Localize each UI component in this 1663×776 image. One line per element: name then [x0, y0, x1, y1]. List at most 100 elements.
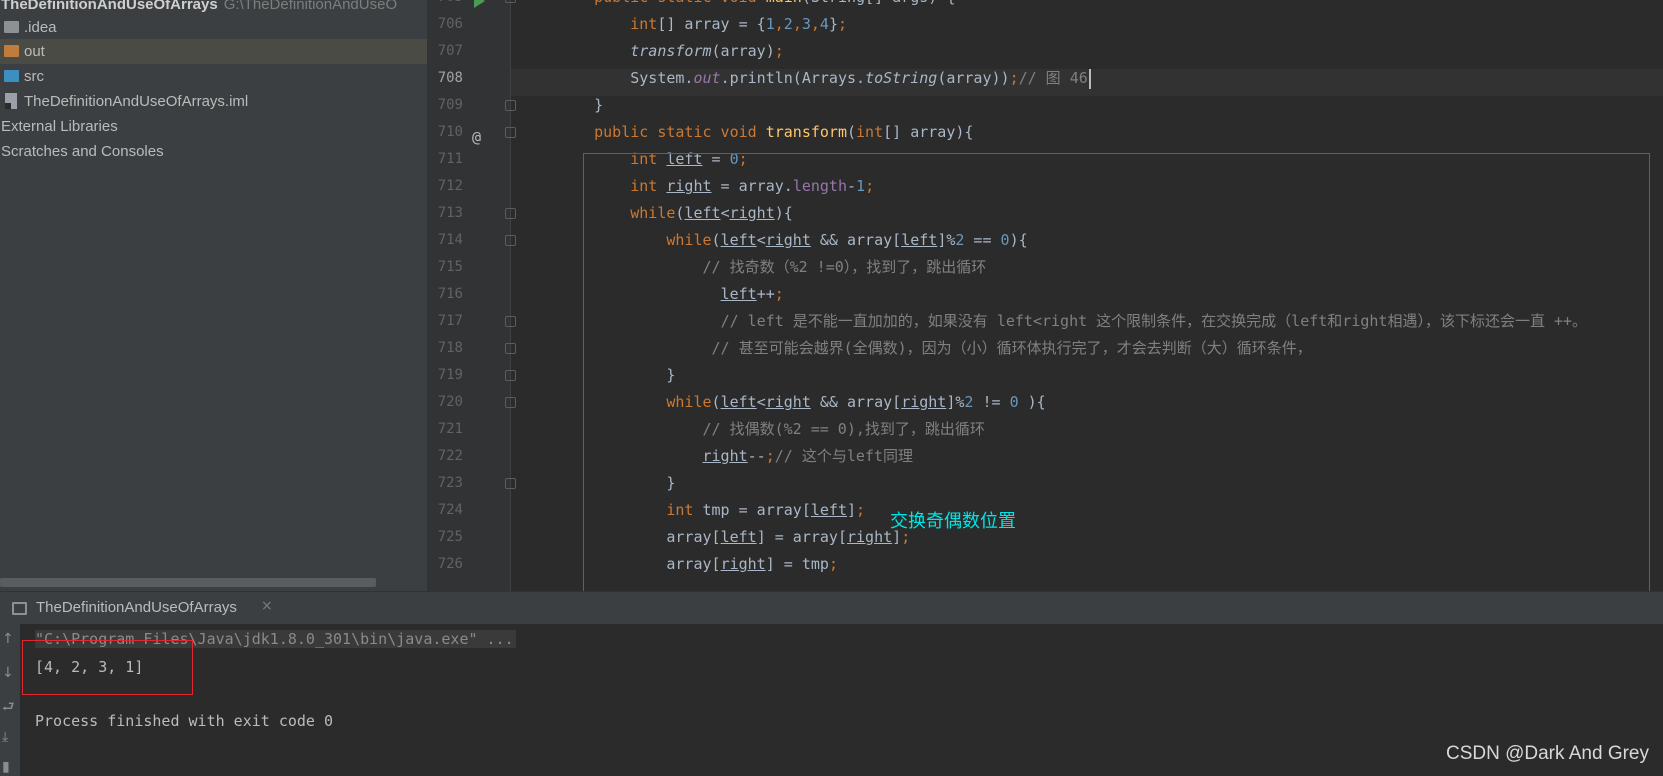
code-line: public static void main(String[] args) { [558, 0, 955, 11]
line-number: 713 [437, 205, 463, 221]
close-icon[interactable]: × [261, 598, 273, 614]
project-root-path: G:\TheDefinitionAndUseO [223, 0, 398, 13]
fold-marker-icon[interactable] [505, 208, 516, 219]
fold-marker-icon[interactable] [505, 316, 516, 327]
code-token: , [792, 15, 802, 33]
line-number: 721 [437, 421, 463, 437]
code-line: int[] array = {1,2,3,4}; [558, 11, 847, 38]
tree-item-idea[interactable]: .idea [0, 15, 427, 40]
watermark: CSDN @Dark And Grey [1445, 743, 1649, 764]
tree-item-src[interactable]: src [0, 64, 427, 89]
code-token: // 图 46 [1018, 69, 1088, 87]
code-token: out [693, 69, 721, 87]
console-output[interactable]: "C:\Program Files\Java\jdk1.8.0_301\bin\… [20, 624, 1663, 776]
tree-item-scratches[interactable]: Scratches and Consoles [0, 139, 427, 164]
fold-marker-icon[interactable] [505, 235, 516, 246]
run-tab-label[interactable]: TheDefinitionAndUseOfArrays [36, 599, 237, 616]
fold-marker-icon[interactable] [505, 127, 516, 138]
swap-annotation: 交换奇偶数位置 [890, 511, 1016, 532]
code-token: ( [847, 123, 857, 141]
fold-marker-icon[interactable] [505, 343, 516, 354]
line-number: 716 [437, 286, 463, 302]
code-token: transform [630, 42, 712, 60]
code-token: public static void [594, 123, 766, 141]
line-number: 724 [437, 502, 463, 518]
line-number: 707 [437, 43, 463, 59]
tree-item-label: External Libraries [1, 118, 118, 135]
code-token: transform [765, 123, 847, 141]
code-token: ; [774, 42, 784, 60]
run-gutter-icon[interactable] [474, 0, 485, 8]
code-token: 4 [819, 15, 829, 33]
fold-marker-icon[interactable] [505, 0, 516, 3]
run-toolbar: ↑ ↓ ⮐ ⤓ ▮ [0, 624, 20, 776]
tree-item-label: out [24, 43, 45, 60]
tree-item-label: TheDefinitionAndUseOfArrays.iml [24, 93, 249, 110]
line-number: 726 [437, 556, 463, 572]
folder-icon [4, 21, 19, 33]
line-number: 720 [437, 394, 463, 410]
code-token: 2 [783, 15, 793, 33]
run-panel-header: TheDefinitionAndUseOfArrays × [0, 591, 1663, 624]
code-token: int [856, 123, 884, 141]
line-number: 715 [437, 259, 463, 275]
tree-item-label: Scratches and Consoles [1, 143, 164, 160]
code-token: ; [837, 15, 847, 33]
line-number: 708 [437, 70, 463, 86]
line-number: 723 [437, 475, 463, 491]
code-line: transform(array); [558, 38, 784, 65]
highlight-box-code [583, 153, 1650, 606]
scroll-to-end-icon[interactable]: ⤓ [2, 730, 8, 744]
code-token: toString [865, 69, 938, 87]
console-icon [12, 602, 27, 615]
soft-wrap-icon[interactable]: ⮐ [2, 700, 15, 714]
code-token: 3 [801, 15, 811, 33]
project-panel: TheDefinitionAndUseOfArrays G:\TheDefinit… [0, 0, 427, 591]
line-number: 719 [437, 367, 463, 383]
folder-icon [4, 45, 19, 57]
console-exit-line: Process finished with exit code 0 [35, 712, 334, 730]
code-token: .println(Arrays. [720, 69, 866, 87]
code-token: public static void [594, 0, 766, 6]
line-number: 712 [437, 178, 463, 194]
fold-marker-icon[interactable] [505, 397, 516, 408]
code-token: (array) [711, 42, 775, 60]
project-root-name: TheDefinitionAndUseOfArrays [1, 0, 218, 13]
line-number: 725 [437, 529, 463, 545]
override-gutter-icon[interactable]: @ [472, 124, 481, 151]
code-line: System.out.println(Arrays.toString(array… [558, 65, 1088, 92]
line-number: 709 [437, 97, 463, 113]
line-number: 705 [427, 0, 463, 11]
horizontal-scrollbar[interactable] [0, 578, 376, 587]
line-number: 722 [437, 448, 463, 464]
tree-item-out[interactable]: out [0, 39, 427, 64]
code-line: } [558, 92, 603, 119]
code-token: (String[] args) { [802, 0, 956, 6]
print-icon[interactable]: ▮ [2, 760, 10, 774]
fold-marker-icon[interactable] [505, 478, 516, 489]
down-arrow-icon[interactable]: ↓ [2, 666, 14, 680]
code-token: System. [558, 69, 694, 87]
code-token: 1 [765, 15, 775, 33]
fold-marker-icon[interactable] [505, 370, 516, 381]
line-number: 710 [437, 124, 463, 140]
code-token: (array)) [937, 69, 1010, 87]
tree-item-iml[interactable]: TheDefinitionAndUseOfArrays.iml [0, 89, 427, 114]
text-caret [1089, 69, 1091, 89]
line-number: 714 [437, 232, 463, 248]
up-arrow-icon[interactable]: ↑ [2, 632, 14, 646]
code-token: } [828, 15, 838, 33]
code-token: , [774, 15, 784, 33]
line-number: 718 [437, 340, 463, 356]
code-token: } [558, 96, 604, 114]
fold-marker-icon[interactable] [505, 100, 516, 111]
tree-item-label: .idea [24, 19, 57, 36]
code-token: [] array){ [883, 123, 974, 141]
code-token: , [810, 15, 820, 33]
tree-item-external-libraries[interactable]: External Libraries [0, 114, 427, 139]
highlight-box-output [22, 640, 193, 695]
line-number: 717 [437, 313, 463, 329]
